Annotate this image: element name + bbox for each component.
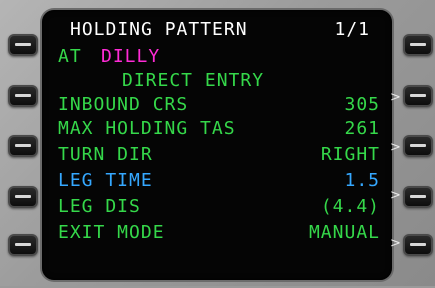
max-holding-tas-line: MAX HOLDING TAS 261 [58, 118, 380, 140]
at-prefix: AT [58, 46, 82, 67]
lsk-left-4[interactable] [8, 186, 38, 208]
leg-dis-value: (4.4) [320, 196, 380, 217]
leg-time-line: LEG TIME 1.5 [58, 170, 380, 192]
inbound-crs-value: 305 [344, 94, 380, 115]
entry-type-line: DIRECT ENTRY [122, 70, 322, 92]
exit-mode-label: EXIT MODE [58, 222, 165, 243]
inbound-crs-line: INBOUND CRS 305 [58, 94, 380, 116]
lsk-right-1[interactable] [403, 34, 433, 56]
holding-fix: DILLY [101, 46, 161, 67]
lsk-right-4[interactable] [403, 186, 433, 208]
max-holding-tas-value: 261 [344, 118, 380, 139]
page-title-line: HOLDING PATTERN 1/1 [70, 19, 370, 41]
page-title: HOLDING PATTERN [70, 19, 248, 40]
turn-dir-value: RIGHT [320, 144, 380, 165]
exit-mode-value: MANUAL [308, 222, 380, 243]
leg-dis-line: LEG DIS (4.4) [58, 196, 380, 218]
lsk-left-5[interactable] [8, 234, 38, 256]
chevron-right-icon[interactable]: > [390, 140, 401, 155]
page-indicator: 1/1 [334, 19, 370, 40]
lsk-right-2[interactable] [403, 85, 433, 107]
exit-mode-line: EXIT MODE MANUAL [58, 222, 380, 244]
holding-fix-line: AT DILLY [58, 46, 380, 68]
chevron-right-icon[interactable]: > [390, 236, 401, 251]
leg-dis-label: LEG DIS [58, 196, 141, 217]
lsk-left-3[interactable] [8, 135, 38, 157]
chevron-right-icon[interactable]: > [390, 188, 401, 203]
lsk-left-1[interactable] [8, 34, 38, 56]
lsk-right-5[interactable] [403, 234, 433, 256]
leg-time-value: 1.5 [344, 170, 380, 191]
max-holding-tas-label: MAX HOLDING TAS [58, 118, 236, 139]
lsk-right-3[interactable] [403, 135, 433, 157]
inbound-crs-label: INBOUND CRS [58, 94, 189, 115]
lsk-left-2[interactable] [8, 85, 38, 107]
turn-dir-label: TURN DIR [58, 144, 153, 165]
chevron-right-icon[interactable]: > [390, 90, 401, 105]
leg-time-label: LEG TIME [58, 170, 153, 191]
entry-type: DIRECT ENTRY [122, 70, 265, 91]
turn-dir-line: TURN DIR RIGHT [58, 144, 380, 166]
